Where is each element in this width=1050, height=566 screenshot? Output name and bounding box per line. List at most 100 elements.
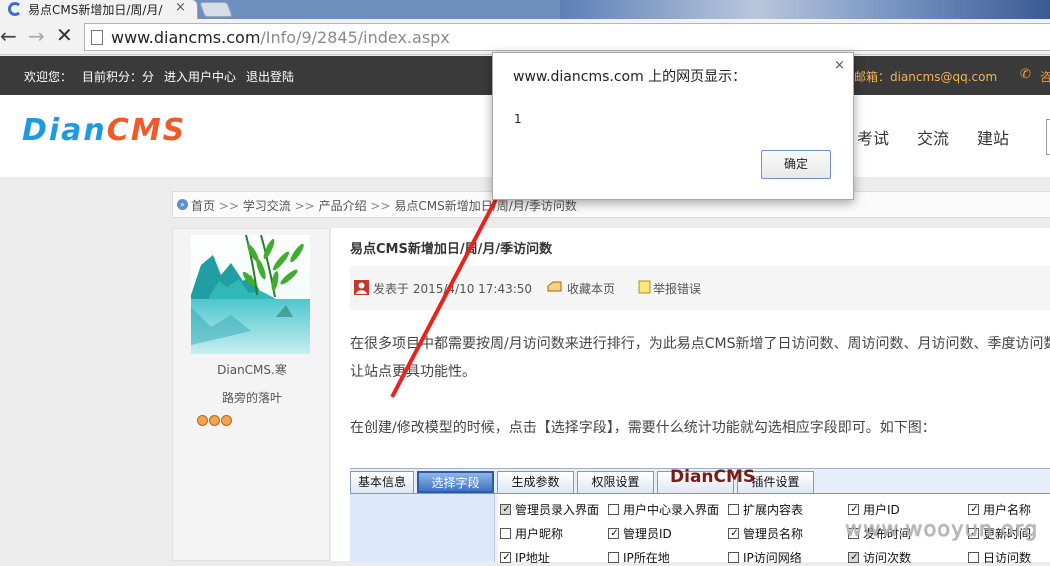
checkbox-icon — [608, 504, 619, 515]
checkbox-item: 管理员名称 — [728, 525, 803, 542]
checkbox-item: IP访问网络 — [728, 549, 802, 566]
checkbox-item: 用户ID — [848, 501, 900, 518]
tab-title: 易点CMS新增加日/周/月/ — [28, 3, 163, 17]
checkbox-label: 用户中心录入界面 — [623, 503, 720, 517]
new-tab-button[interactable] — [199, 2, 233, 17]
favorite-icon — [547, 281, 562, 292]
checkbox-icon — [968, 504, 980, 515]
author-icon — [354, 280, 369, 295]
user-center-link[interactable]: 进入用户中心 — [164, 68, 236, 85]
checkbox-icon — [848, 552, 860, 563]
checkbox-item: 日访问数 — [968, 549, 1031, 566]
author-rank-badges — [197, 415, 232, 426]
logout-link[interactable]: 退出登陆 — [246, 68, 294, 85]
article-paragraph: 让站点更具功能性。 — [350, 364, 476, 380]
site-watermark: www.wooyun.org — [845, 517, 1039, 541]
browser-toolbar: ← → ✕ www.diancms.com/Info/9/2845/index.… — [0, 19, 1050, 55]
screenshot-tab-permissions: 权限设置 — [577, 471, 654, 493]
page-icon — [91, 30, 103, 45]
logo-part-dian: Dian — [22, 113, 107, 148]
rank-badge-icon — [221, 415, 232, 426]
checkbox-icon — [728, 504, 739, 515]
tab-strip-background — [560, 0, 1050, 19]
phone-label-partial: 咨 — [1040, 70, 1050, 84]
dialog-close-icon[interactable]: × — [834, 58, 845, 73]
url-path: /Info/9/2845/index.aspx — [260, 28, 450, 47]
nav-item-build-site[interactable]: 建站 — [977, 125, 1009, 149]
checkbox-label: 扩展内容表 — [743, 503, 804, 517]
breadcrumb-separator: >> — [294, 199, 315, 213]
checkbox-icon — [728, 528, 740, 539]
url-host: www.diancms.com — [111, 28, 261, 47]
screenshot-tab-basic-info: 基本信息 — [350, 471, 414, 493]
checkbox-icon — [608, 528, 620, 539]
breadcrumb-home-icon: » — [177, 199, 188, 210]
alert-dialog: www.diancms.com 上的网页显示： × 1 确定 — [492, 52, 854, 200]
screenshot-overlay-watermark: DianCMS — [670, 467, 756, 487]
tab-close-icon[interactable]: × — [175, 0, 186, 15]
checkbox-item: 扩展内容表 — [728, 501, 803, 518]
screenshot-tab-bar: 基本信息 选择字段 生成参数 权限设置 插件设置 DianCMS — [350, 467, 1050, 494]
avatar[interactable] — [191, 235, 310, 354]
checkbox-icon — [608, 552, 619, 563]
back-arrow-icon[interactable]: ← — [0, 24, 17, 48]
phone-icon: ✆ — [1020, 67, 1031, 82]
stop-loading-icon[interactable]: ✕ — [56, 23, 73, 47]
checkbox-icon — [968, 552, 979, 563]
checkbox-item: 访问次数 — [848, 549, 911, 566]
address-bar[interactable]: www.diancms.com/Info/9/2845/index.aspx — [84, 23, 1050, 51]
embedded-screenshot: 基本信息 选择字段 生成参数 权限设置 插件设置 DianCMS 管理员录入界面… — [350, 467, 1050, 565]
checkbox-item: IP地址 — [500, 549, 550, 566]
checkbox-label: 用户ID — [863, 503, 900, 517]
url-text[interactable]: www.diancms.com/Info/9/2845/index.aspx — [111, 28, 450, 47]
checkbox-label: 管理员录入界面 — [515, 503, 600, 517]
author-panel: DianCMS.寒 路旁的落叶 — [172, 228, 330, 561]
report-error-link[interactable]: 举报错误 — [653, 280, 701, 297]
dialog-title: www.diancms.com 上的网页显示： — [513, 69, 747, 85]
author-signature: 路旁的落叶 — [221, 391, 282, 405]
checkbox-label: 访问次数 — [863, 551, 912, 565]
checkbox-label: 用户名称 — [983, 503, 1032, 517]
site-logo[interactable]: DianCMS — [22, 113, 186, 148]
dialog-ok-button[interactable]: 确定 — [761, 150, 831, 179]
breadcrumb-current: 易点CMS新增加日/周/月/季访问数 — [394, 199, 577, 213]
contact-email: 询邮箱：diancms@qq.com — [842, 70, 998, 84]
checkbox-icon — [848, 504, 860, 515]
checkbox-icon — [728, 552, 739, 563]
logo-part-cms: CMS — [106, 113, 187, 148]
rank-badge-icon — [197, 415, 208, 426]
checkbox-item: 管理员录入界面 — [500, 501, 599, 518]
checkbox-item: IP所在地 — [608, 549, 670, 566]
article-meta-bar: 发表于 2015/4/10 17:43:50 收藏本页 举报错误 — [350, 266, 1050, 310]
checkbox-label: IP所在地 — [623, 551, 670, 565]
checkbox-label: 管理员名称 — [743, 527, 804, 541]
screenshot-tab-generate-params: 生成参数 — [497, 471, 574, 493]
checkbox-item: 用户昵称 — [500, 525, 563, 542]
nav-item-exam[interactable]: 考试 — [857, 125, 889, 149]
breadcrumb-home-link[interactable]: 首页 — [191, 199, 215, 213]
avatar-landscape-image — [191, 235, 310, 354]
search-box-edge[interactable] — [1046, 119, 1050, 155]
favorite-link[interactable]: 收藏本页 — [567, 280, 615, 297]
nav-item-exchange[interactable]: 交流 — [917, 125, 949, 149]
article-paragraph: 在很多项目中都需要按周/月访问数来进行排行，为此易点CMS新增了日访问数、周访问… — [350, 336, 1050, 352]
checkbox-icon — [500, 552, 512, 563]
checkbox-label: 日访问数 — [983, 551, 1032, 565]
forward-arrow-icon[interactable]: → — [28, 24, 45, 48]
breadcrumb-link-product[interactable]: 产品介绍 — [319, 199, 367, 213]
browser-tab-active[interactable]: 易点CMS新增加日/周/月/ × — [0, 0, 198, 19]
checkbox-label: 管理员ID — [623, 527, 672, 541]
report-icon — [638, 280, 651, 294]
breadcrumb-separator: >> — [218, 199, 239, 213]
author-username[interactable]: DianCMS.寒 — [173, 361, 331, 378]
checkbox-item: 用户名称 — [968, 501, 1031, 518]
welcome-text: 欢迎您： — [24, 70, 73, 84]
rank-badge-icon — [209, 415, 220, 426]
screenshot-left-panel — [350, 494, 495, 562]
screenshot-tab-select-fields: 选择字段 — [417, 471, 494, 493]
breadcrumb-link-learning[interactable]: 学习交流 — [243, 199, 291, 213]
checkbox-item: 管理员ID — [608, 525, 672, 542]
breadcrumb-separator: >> — [370, 199, 391, 213]
browser-tab-strip: 易点CMS新增加日/周/月/ × — [0, 0, 1050, 19]
checkbox-label: 用户昵称 — [515, 527, 564, 541]
